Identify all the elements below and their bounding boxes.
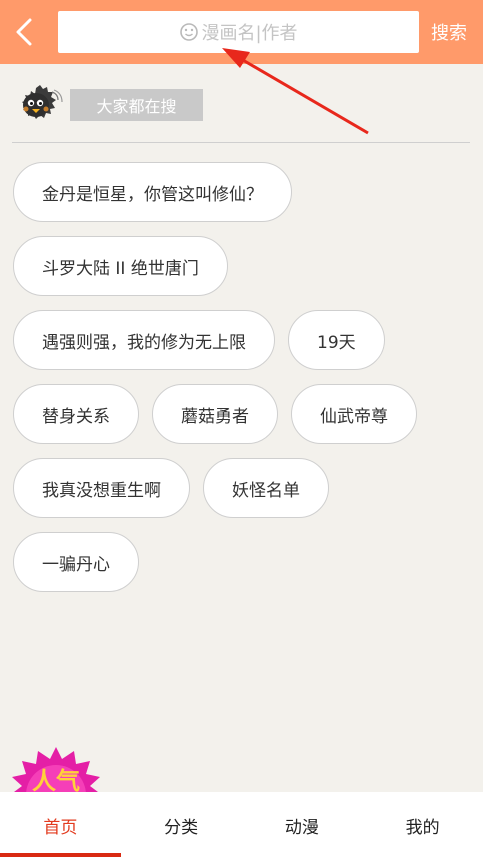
search-button[interactable]: 搜索 — [431, 19, 467, 45]
tab-mine[interactable]: 我的 — [362, 792, 483, 858]
tag-item[interactable]: 替身关系 — [13, 384, 139, 444]
tag-item[interactable]: 仙武帝尊 — [291, 384, 417, 444]
tab-anime[interactable]: 动漫 — [242, 792, 363, 858]
tag-item[interactable]: 一骗丹心 — [13, 532, 139, 592]
tab-home[interactable]: 首页 — [0, 792, 121, 858]
hot-search-label: 大家都在搜 — [70, 89, 203, 121]
top-header: 漫画名|作者 搜索 — [0, 0, 483, 64]
divider — [12, 142, 470, 143]
smiley-icon — [180, 23, 199, 41]
tag-item[interactable]: 蘑菇勇者 — [152, 384, 278, 444]
badge-text: 人气 — [32, 767, 80, 795]
tag-item[interactable]: 遇强则强，我的修为无上限 — [13, 310, 275, 370]
tab-category[interactable]: 分类 — [121, 792, 242, 858]
search-input[interactable]: 漫画名|作者 — [58, 11, 419, 53]
hot-tags: 金丹是恒星，你管这叫修仙？ 斗罗大陆 II 绝世唐门 遇强则强，我的修为无上限 … — [13, 162, 473, 606]
popularity-badge[interactable]: 人气 — [4, 747, 108, 797]
tag-item[interactable]: 我真没想重生啊 — [13, 458, 190, 518]
tag-item[interactable]: 金丹是恒星，你管这叫修仙？ — [13, 162, 292, 222]
back-button[interactable] — [10, 14, 42, 50]
starburst-icon: 人气 — [10, 747, 102, 797]
tag-item[interactable]: 妖怪名单 — [203, 458, 329, 518]
search-placeholder: 漫画名|作者 — [201, 23, 298, 44]
bottom-nav: 首页 分类 动漫 我的 — [0, 792, 483, 858]
mascot-icon — [22, 85, 63, 119]
chevron-left-icon — [16, 18, 32, 46]
tag-item[interactable]: 斗罗大陆 II 绝世唐门 — [13, 236, 228, 296]
tag-item[interactable]: 19天 — [288, 310, 385, 370]
